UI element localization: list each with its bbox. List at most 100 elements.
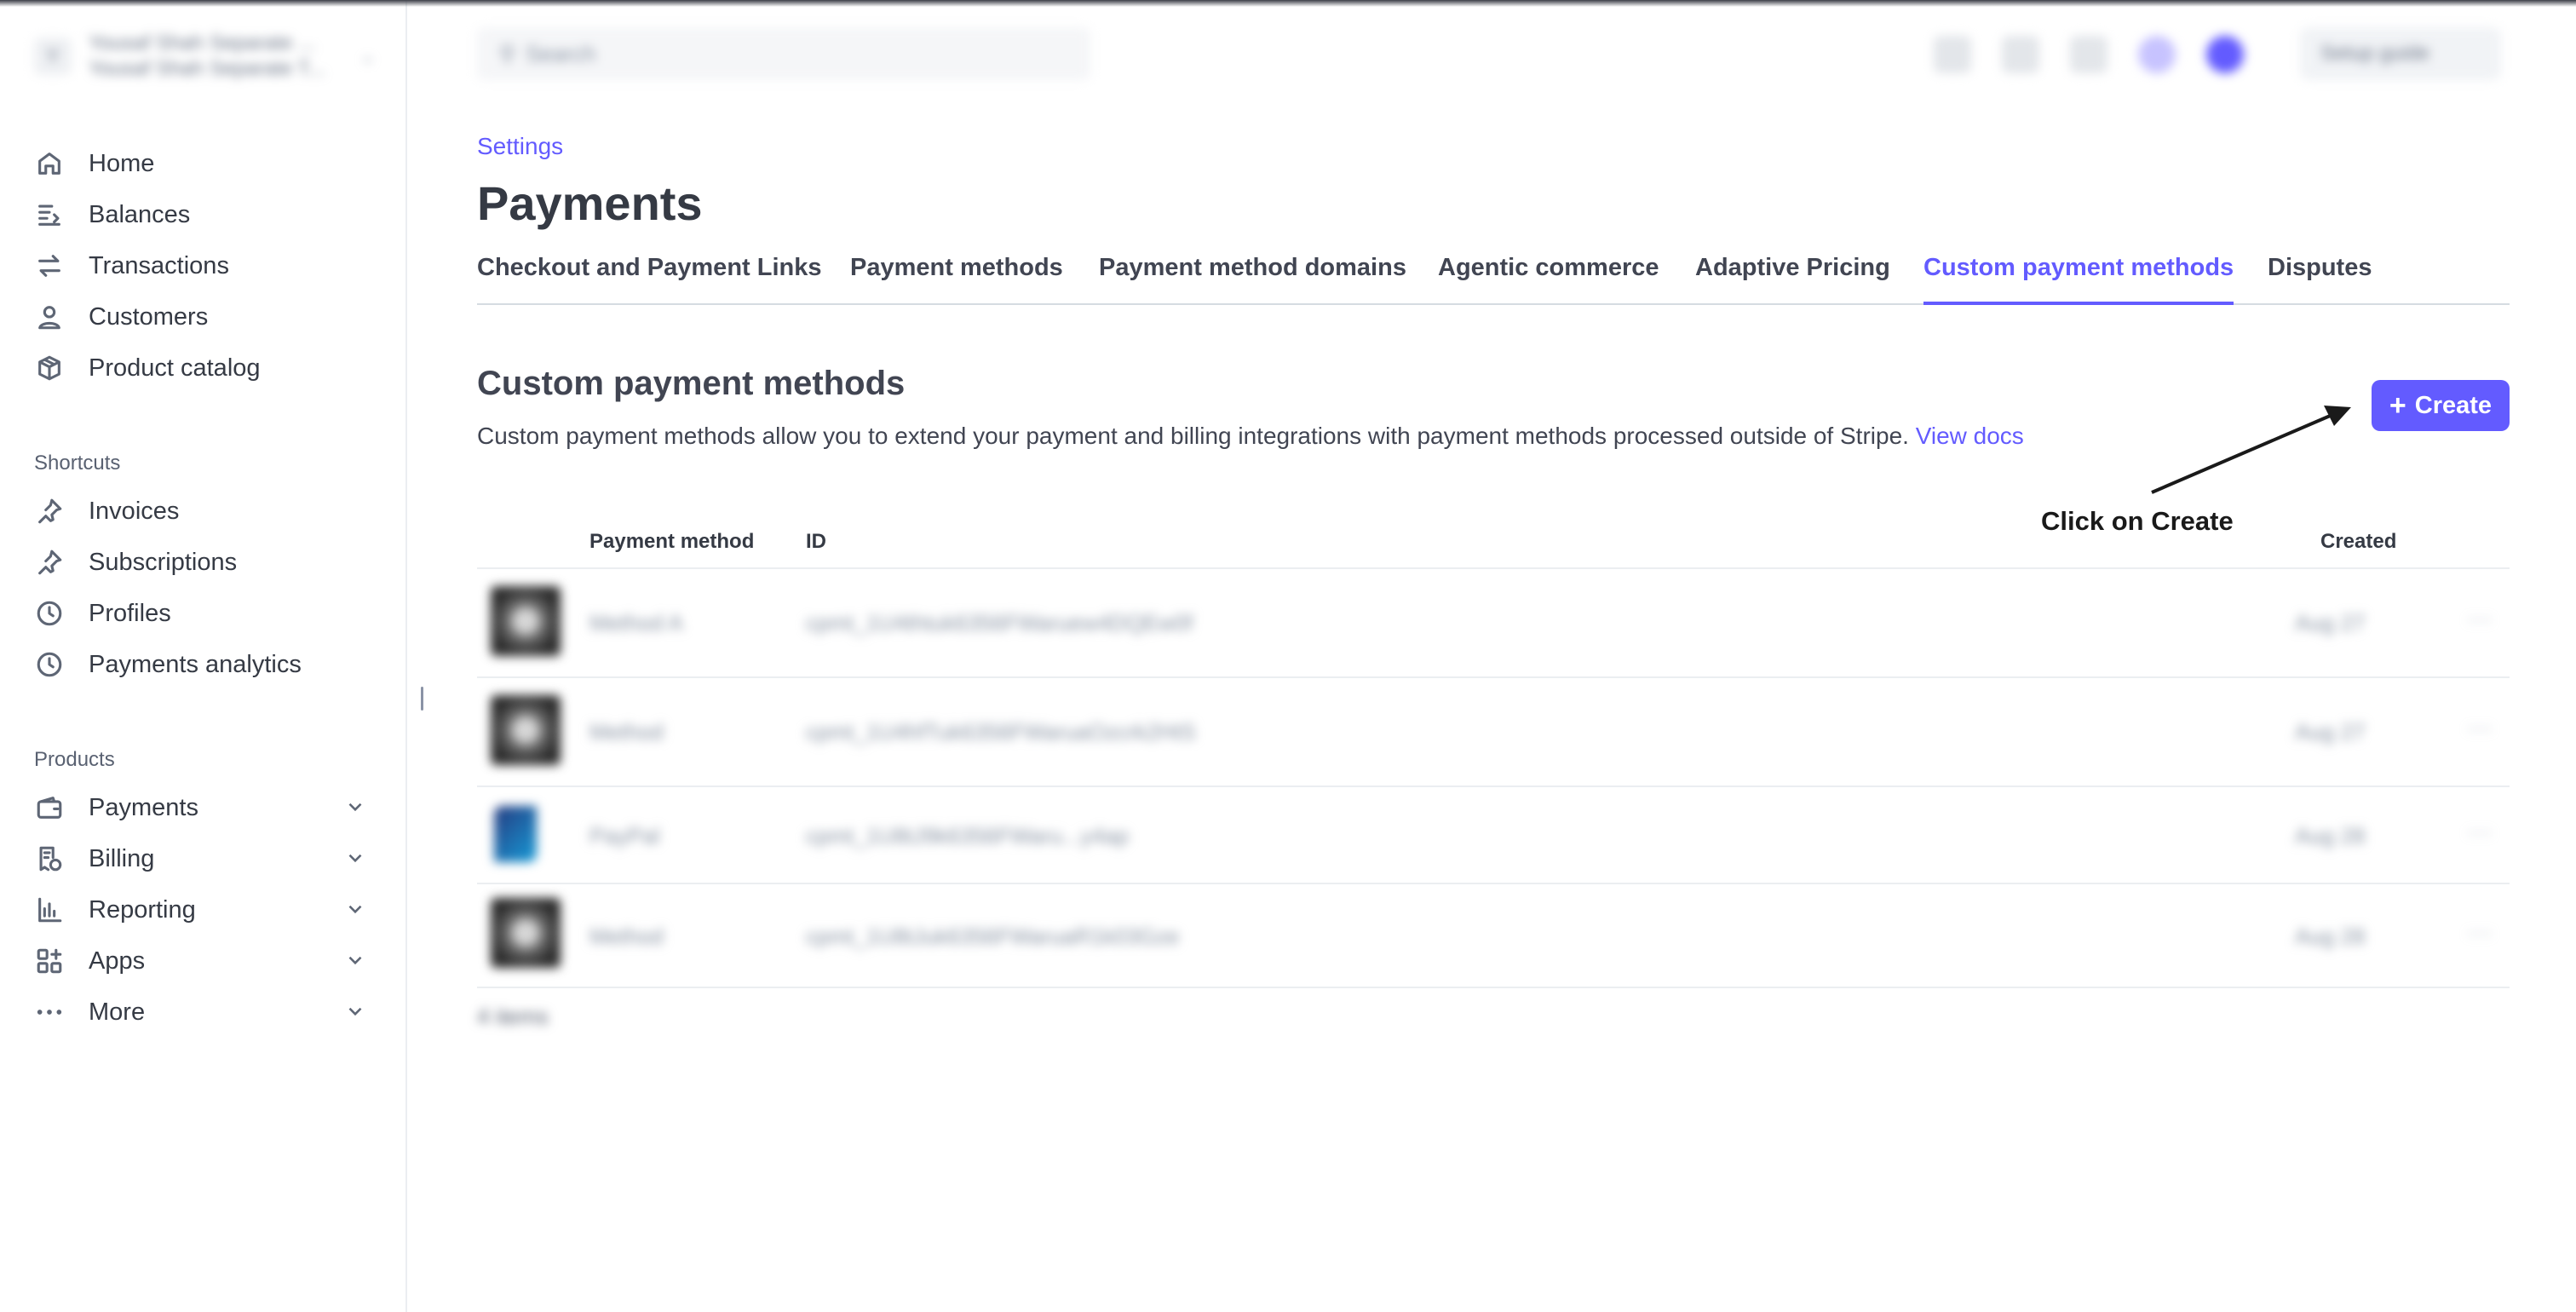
- create-button[interactable]: + Create: [2372, 380, 2510, 431]
- customers-icon: [34, 302, 65, 332]
- sidebar: Y Yousaf Shah Separate ... Yousaf Shah S…: [0, 0, 407, 1312]
- sidebar-item-label: Payments analytics: [89, 650, 302, 678]
- sidebar-item-label: Payments: [89, 793, 198, 821]
- payment-method-name: PayPal: [589, 823, 660, 849]
- chevron-down-icon[interactable]: [344, 796, 366, 818]
- create-button-label: Create: [2414, 391, 2493, 419]
- view-docs-link[interactable]: View docs: [1916, 423, 2024, 449]
- sidebar-item-reporting[interactable]: Reporting: [34, 884, 375, 935]
- tab-custom-payment-methods[interactable]: Custom payment methods: [1923, 254, 2234, 305]
- search-placeholder: Search: [526, 40, 596, 66]
- table-row[interactable]: Method cpmt_1U4hfTuk6356FWaruaOzcrk2HtS …: [477, 678, 2510, 787]
- tab-adaptive-pricing[interactable]: Adaptive Pricing: [1695, 254, 1890, 305]
- row-more-icon[interactable]: ···: [2467, 714, 2493, 743]
- payment-method-name: Method A: [589, 610, 683, 636]
- billing-icon: [34, 843, 65, 874]
- breadcrumb-settings[interactable]: Settings: [477, 133, 563, 160]
- column-header-created[interactable]: Created: [2320, 530, 2396, 554]
- apps-grid-icon[interactable]: [1934, 36, 1971, 73]
- payment-method-id: cpmt_1U4hfTuk6356FWaruaOzcrk2HtS: [806, 719, 1196, 745]
- window-top-shadow: [0, 0, 2576, 7]
- sidebar-item-label: Balances: [89, 200, 191, 228]
- tab-payment-methods[interactable]: Payment methods: [850, 254, 1063, 305]
- sidebar-item-balances[interactable]: Balances: [34, 189, 375, 240]
- help-icon[interactable]: [2002, 36, 2039, 73]
- clock-icon: [34, 598, 65, 629]
- chevron-down-icon[interactable]: [344, 949, 366, 971]
- sidebar-item-billing[interactable]: Billing: [34, 833, 375, 884]
- custom-payment-methods-table: Payment method ID Created Method A cpmt_…: [477, 520, 2510, 988]
- chevron-down-icon[interactable]: [344, 898, 366, 920]
- sidebar-item-label: Transactions: [89, 251, 229, 279]
- row-more-icon[interactable]: ···: [2467, 818, 2493, 847]
- plus-icon: +: [2389, 388, 2406, 422]
- apps-icon: [34, 946, 65, 976]
- sidebar-item-invoices[interactable]: Invoices: [34, 486, 375, 537]
- search-icon: ⚲: [499, 40, 516, 66]
- items-count: 4 items: [477, 1004, 549, 1029]
- sidebar-item-label: Profiles: [89, 599, 171, 627]
- products-nav: Payments Billing Reporting Apps More: [34, 782, 375, 1038]
- table-row[interactable]: Method cpmt_1U8tJuk6356FWaruaR1k03Gze Au…: [477, 884, 2510, 988]
- setup-guide-button[interactable]: Setup guide: [2300, 27, 2501, 80]
- chevron-down-icon[interactable]: [344, 1000, 366, 1022]
- paypal-logo: [494, 806, 537, 862]
- account-switcher[interactable]: Y Yousaf Shah Separate ... Yousaf Shah S…: [34, 29, 375, 83]
- assistant-icon[interactable]: [2138, 36, 2176, 73]
- tab-payment-method-domains[interactable]: Payment method domains: [1099, 254, 1406, 305]
- sidebar-item-transactions[interactable]: Transactions: [34, 240, 375, 291]
- sidebar-item-payments[interactable]: Payments: [34, 782, 375, 833]
- table-row[interactable]: Method A cpmt_1U4thtuk6356FWaruew4DQEw0f…: [477, 569, 2510, 678]
- wallet-icon: [34, 792, 65, 823]
- pin-icon: [34, 547, 65, 578]
- more-icon: [34, 997, 65, 1027]
- chevron-updown-icon: ⌄: [360, 48, 375, 66]
- sidebar-resize-handle[interactable]: [421, 687, 423, 711]
- sidebar-item-apps[interactable]: Apps: [34, 935, 375, 987]
- sidebar-item-subscriptions[interactable]: Subscriptions: [34, 537, 375, 588]
- created-date: Aug 28: [2295, 924, 2366, 949]
- sidebar-item-more[interactable]: More: [34, 987, 375, 1038]
- sidebar-item-label: Invoices: [89, 497, 180, 525]
- payment-method-id: cpmt_1U8tJ9k6356FWaru...y4ap: [806, 823, 1130, 849]
- reporting-icon: [34, 895, 65, 925]
- payment-method-logo: [491, 898, 561, 968]
- section-title: Custom payment methods: [477, 365, 906, 402]
- payment-method-name: Method: [589, 719, 664, 745]
- sidebar-item-payments-analytics[interactable]: Payments analytics: [34, 639, 375, 690]
- table-header: Payment method ID Created: [477, 520, 2510, 569]
- sidebar-item-product-catalog[interactable]: Product catalog: [34, 342, 375, 394]
- shortcuts-heading: Shortcuts: [34, 452, 121, 475]
- sidebar-item-label: Home: [89, 149, 155, 177]
- description-text: Custom payment methods allow you to exte…: [477, 423, 1909, 449]
- notifications-icon[interactable]: [2070, 36, 2107, 73]
- table-row[interactable]: PayPal cpmt_1U8tJ9k6356FWaru...y4ap Aug …: [477, 787, 2510, 884]
- main-nav: Home Balances Transactions Customers Pro…: [34, 138, 375, 394]
- column-header-payment-method[interactable]: Payment method: [589, 530, 754, 554]
- account-subname: Yousaf Shah Separate T...: [89, 57, 325, 80]
- tab-agentic-commerce[interactable]: Agentic commerce: [1438, 254, 1659, 305]
- payment-method-logo: [491, 586, 561, 656]
- tab-checkout-and-payment-links[interactable]: Checkout and Payment Links: [477, 254, 822, 305]
- sidebar-item-label: Product catalog: [89, 354, 261, 382]
- row-more-icon[interactable]: ···: [2467, 605, 2493, 634]
- balances-icon: [34, 199, 65, 230]
- payment-method-logo: [491, 695, 561, 765]
- row-more-icon[interactable]: ···: [2467, 918, 2493, 947]
- sidebar-item-profiles[interactable]: Profiles: [34, 588, 375, 639]
- created-date: Aug 27: [2295, 719, 2366, 745]
- clock-icon: [34, 649, 65, 680]
- home-icon: [34, 148, 65, 179]
- sidebar-item-home[interactable]: Home: [34, 138, 375, 189]
- created-date: Aug 27: [2295, 610, 2366, 636]
- user-avatar[interactable]: [2206, 36, 2244, 73]
- payments-tabs: Checkout and Payment Links Payment metho…: [477, 254, 2510, 305]
- chevron-down-icon[interactable]: [344, 847, 366, 869]
- sidebar-item-customers[interactable]: Customers: [34, 291, 375, 342]
- search-input[interactable]: ⚲ Search: [477, 27, 1090, 80]
- tab-disputes[interactable]: Disputes: [2268, 254, 2372, 305]
- top-toolbar: [1934, 34, 2244, 75]
- sidebar-item-label: Reporting: [89, 895, 196, 924]
- sidebar-item-label: Billing: [89, 844, 155, 872]
- pin-icon: [34, 496, 65, 527]
